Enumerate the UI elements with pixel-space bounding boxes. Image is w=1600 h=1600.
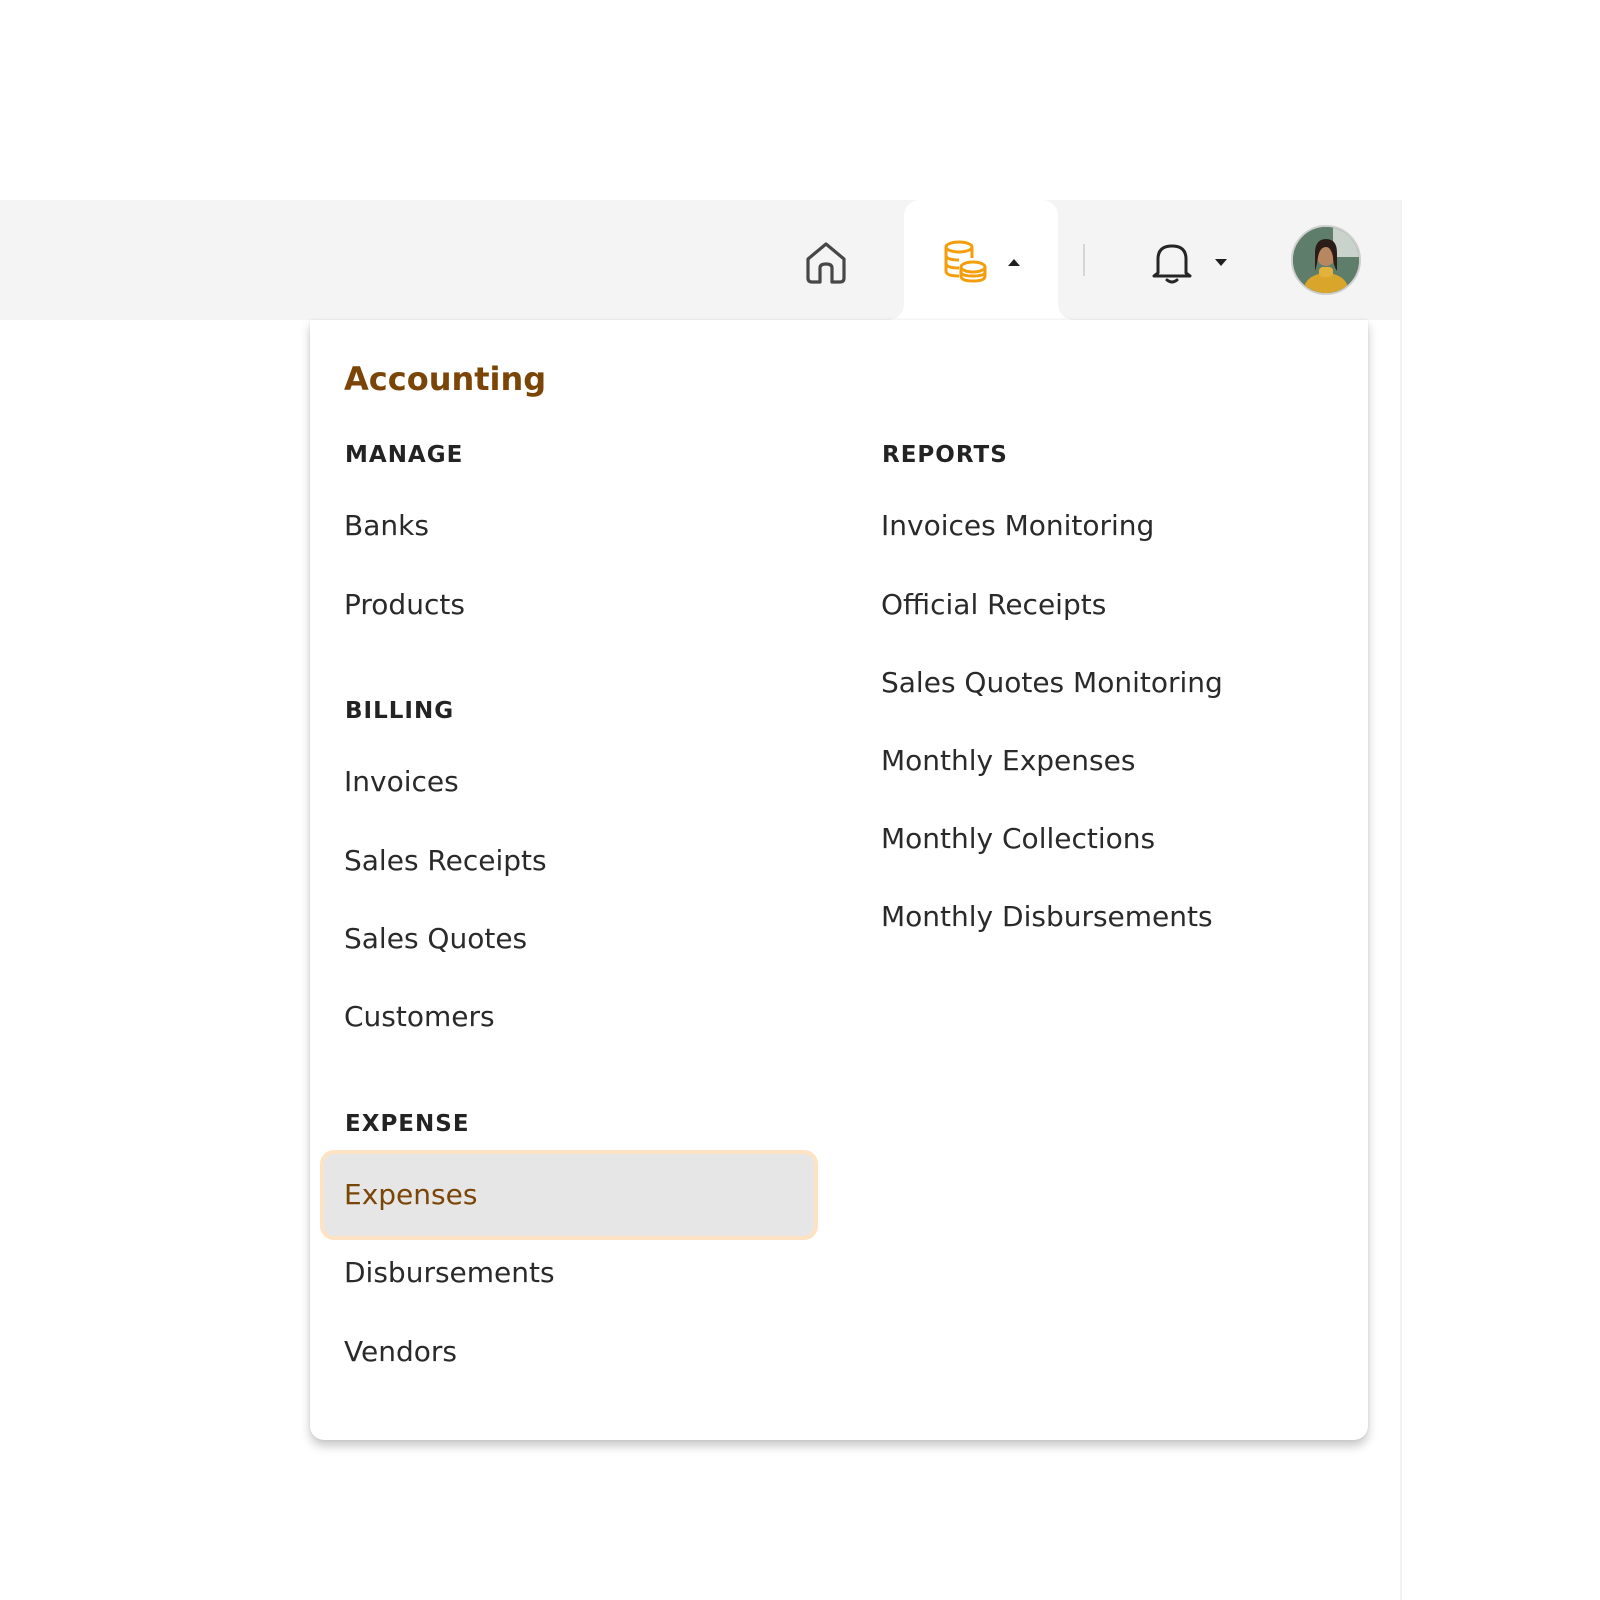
notifications-button[interactable] bbox=[1144, 234, 1234, 290]
caret-up-icon bbox=[1008, 259, 1020, 266]
menu-item-customers[interactable]: Customers bbox=[344, 997, 495, 1037]
nav-divider bbox=[1083, 244, 1085, 276]
menu-item-banks[interactable]: Banks bbox=[344, 506, 429, 546]
menu-item-sales-quotes[interactable]: Sales Quotes bbox=[344, 919, 527, 959]
menu-item-disbursements[interactable]: Disbursements bbox=[344, 1253, 555, 1293]
coins-icon bbox=[944, 240, 987, 283]
section-heading-billing: BILLING bbox=[345, 698, 455, 724]
home-button[interactable] bbox=[796, 234, 856, 290]
menu-item-monthly-collections[interactable]: Monthly Collections bbox=[881, 819, 1155, 859]
avatar[interactable] bbox=[1291, 225, 1361, 295]
active-tab-corner-left bbox=[888, 304, 904, 320]
bell-icon bbox=[1152, 244, 1192, 284]
user-avatar-icon bbox=[1293, 227, 1359, 293]
menu-item-vendors[interactable]: Vendors bbox=[344, 1332, 457, 1372]
menu-item-products[interactable]: Products bbox=[344, 585, 465, 625]
menu-item-monthly-disbursements[interactable]: Monthly Disbursements bbox=[881, 897, 1213, 937]
menu-item-invoices[interactable]: Invoices bbox=[344, 762, 459, 802]
page: Accounting MANAGE Banks Products BILLING… bbox=[0, 0, 1600, 1600]
menu-item-official-receipts[interactable]: Official Receipts bbox=[881, 585, 1106, 625]
page-edge-divider bbox=[1400, 200, 1402, 1600]
section-heading-manage: MANAGE bbox=[345, 442, 464, 468]
home-icon bbox=[806, 242, 846, 284]
section-heading-expense: EXPENSE bbox=[345, 1111, 470, 1137]
menu-item-expenses[interactable]: Expenses bbox=[344, 1175, 477, 1215]
menu-item-monthly-expenses[interactable]: Monthly Expenses bbox=[881, 741, 1135, 781]
caret-down-icon bbox=[1215, 259, 1227, 266]
active-tab-corner-right bbox=[1058, 304, 1074, 320]
section-heading-reports: REPORTS bbox=[882, 442, 1008, 468]
menu-item-sales-quotes-monitoring[interactable]: Sales Quotes Monitoring bbox=[881, 663, 1223, 703]
accounting-menu-button[interactable] bbox=[932, 234, 1032, 290]
menu-title: Accounting bbox=[344, 360, 547, 398]
menu-item-sales-receipts[interactable]: Sales Receipts bbox=[344, 841, 547, 881]
menu-item-invoices-monitoring[interactable]: Invoices Monitoring bbox=[881, 506, 1154, 546]
